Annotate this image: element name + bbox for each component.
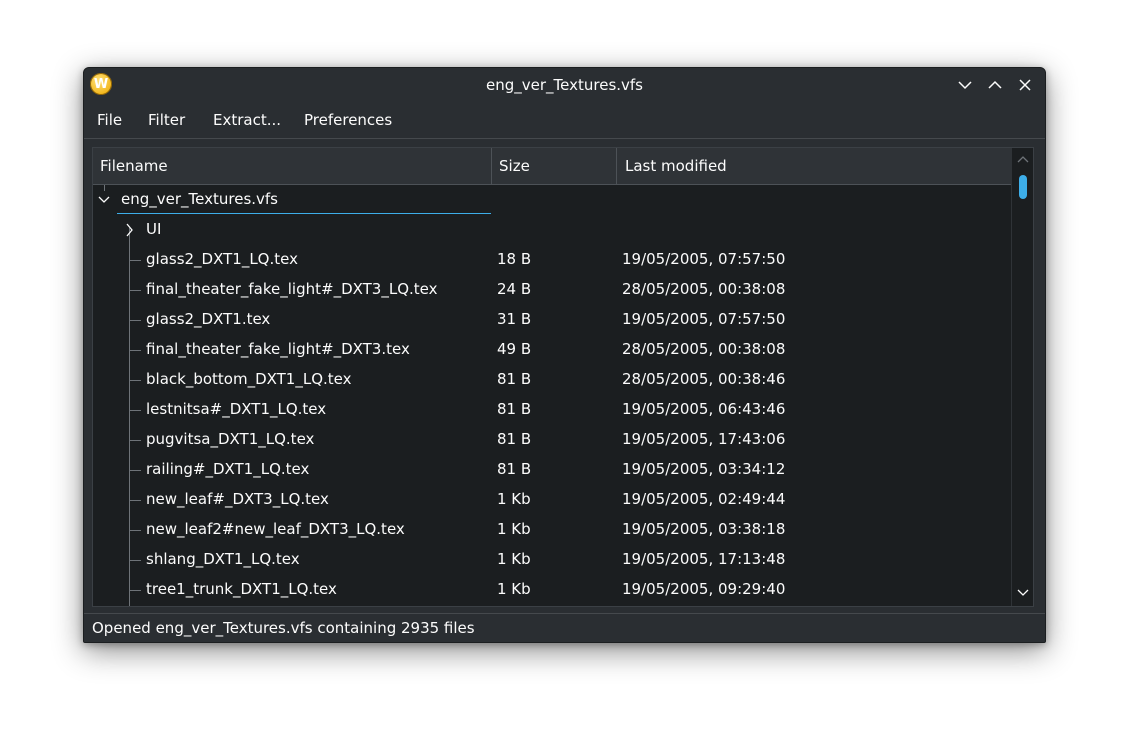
status-text: Opened eng_ver_Textures.vfs containing 2… (92, 619, 475, 637)
file-tree-view[interactable]: Filename Size Last modified eng_ver_Text… (92, 147, 1034, 607)
tree-line (129, 530, 141, 531)
tree-line (129, 290, 141, 291)
file-modified: 19/05/2005, 03:38:18 (622, 520, 786, 538)
close-button[interactable] (1013, 73, 1037, 97)
file-name: glass2_DXT1.tex (146, 310, 271, 328)
file-name: glass2_DXT1_LQ.tex (146, 250, 298, 268)
title-bar[interactable]: W eng_ver_Textures.vfs (84, 68, 1045, 102)
file-row[interactable]: final_theater_fake_light#_DXT3.tex 49 B 28… (93, 335, 1012, 365)
tree-line (129, 320, 141, 321)
chevron-down-icon (958, 81, 972, 90)
column-header: Filename Size Last modified (93, 148, 1012, 185)
file-row[interactable]: shlang_DXT1_LQ.tex 1 Kb 19/05/2005, 17:13:… (93, 545, 1012, 575)
minimize-button[interactable] (953, 73, 977, 97)
tree-line (129, 470, 141, 471)
file-row[interactable]: glass2_DXT1.tex 31 B 19/05/2005, 07:57:50 (93, 305, 1012, 335)
file-modified: 19/05/2005, 07:57:50 (622, 310, 786, 328)
file-row[interactable]: black_bottom_DXT1_LQ.tex 81 B 28/05/2005, … (93, 365, 1012, 395)
file-size: 1 Kb (497, 490, 531, 508)
file-size: 49 B (497, 340, 532, 358)
tree-line (129, 350, 141, 351)
tree-line (129, 260, 141, 261)
file-size: 24 B (497, 280, 532, 298)
menu-filter[interactable]: Filter (146, 111, 187, 129)
maximize-button[interactable] (983, 73, 1007, 97)
menu-preferences[interactable]: Preferences (302, 111, 394, 129)
scroll-up-icon[interactable] (1016, 154, 1030, 164)
file-size: 81 B (497, 430, 532, 448)
file-modified: 19/05/2005, 03:34:12 (622, 460, 786, 478)
file-row[interactable]: railing#_DXT1_LQ.tex 81 B 19/05/2005, 03:3… (93, 455, 1012, 485)
chevron-right-icon[interactable] (125, 223, 135, 237)
file-size: 81 B (497, 400, 532, 418)
tree-line (129, 440, 141, 441)
file-size: 1 Kb (497, 580, 531, 598)
file-name: railing#_DXT1_LQ.tex (146, 460, 310, 478)
main-window: W eng_ver_Textures.vfs File Filter Extra… (83, 67, 1046, 643)
chevron-up-icon (988, 80, 1002, 89)
file-size: 18 B (497, 250, 532, 268)
file-size: 81 B (497, 370, 532, 388)
file-modified: 19/05/2005, 17:43:06 (622, 430, 786, 448)
file-name: final_theater_fake_light#_DXT3.tex (146, 340, 410, 358)
tree-line (129, 590, 141, 591)
tree-line (129, 380, 141, 381)
file-row[interactable]: pugvitsa_DXT1_LQ.tex 81 B 19/05/2005, 17:4… (93, 425, 1012, 455)
file-modified: 19/05/2005, 02:49:44 (622, 490, 786, 508)
tree-folder-row[interactable]: UI (93, 215, 1012, 245)
menu-file[interactable]: File (95, 111, 124, 129)
tree-line (129, 560, 141, 561)
file-modified: 28/05/2005, 00:38:08 (622, 340, 786, 358)
focus-underline (117, 213, 491, 214)
column-filename[interactable]: Filename (93, 148, 491, 184)
tree-root-row[interactable]: eng_ver_Textures.vfs (93, 185, 1012, 215)
file-row[interactable]: glass2_DXT1_LQ.tex 18 B 19/05/2005, 07:57:… (93, 245, 1012, 275)
file-row[interactable]: lestnitsa#_DXT1_LQ.tex 81 B 19/05/2005, 06… (93, 395, 1012, 425)
root-name: eng_ver_Textures.vfs (121, 190, 278, 208)
vertical-scrollbar[interactable] (1011, 148, 1033, 606)
file-row[interactable]: new_leaf#_DXT3_LQ.tex 1 Kb 19/05/2005, 02:… (93, 485, 1012, 515)
status-bar: Opened eng_ver_Textures.vfs containing 2… (84, 613, 1045, 642)
file-row[interactable]: final_theater_fake_light#_DXT3_LQ.tex 24 … (93, 275, 1012, 305)
column-size[interactable]: Size (492, 148, 616, 184)
file-size: 81 B (497, 460, 532, 478)
file-name: new_leaf2#new_leaf_DXT3_LQ.tex (146, 520, 405, 538)
file-size: 31 B (497, 310, 532, 328)
tree-line (129, 410, 141, 411)
file-modified: 19/05/2005, 09:29:40 (622, 580, 786, 598)
file-modified: 19/05/2005, 17:13:48 (622, 550, 786, 568)
file-name: lestnitsa#_DXT1_LQ.tex (146, 400, 327, 418)
file-modified: 19/05/2005, 07:57:50 (622, 250, 786, 268)
menu-extract[interactable]: Extract... (211, 111, 283, 129)
close-icon (1019, 79, 1031, 91)
file-modified: 28/05/2005, 00:38:08 (622, 280, 786, 298)
file-modified: 28/05/2005, 00:38:46 (622, 370, 786, 388)
scroll-thumb[interactable] (1019, 175, 1027, 199)
file-row[interactable]: new_leaf2#new_leaf_DXT3_LQ.tex 1 Kb 19/05/… (93, 515, 1012, 545)
menu-bar: File Filter Extract... Preferences (84, 102, 1045, 139)
tree-line (129, 500, 141, 501)
file-name: shlang_DXT1_LQ.tex (146, 550, 300, 568)
file-size: 1 Kb (497, 550, 531, 568)
file-name: final_theater_fake_light#_DXT3_LQ.tex (146, 280, 438, 298)
file-name: new_leaf#_DXT3_LQ.tex (146, 490, 329, 508)
file-name: tree1_trunk_DXT1_LQ.tex (146, 580, 337, 598)
scroll-down-icon[interactable] (1016, 588, 1030, 598)
file-name: black_bottom_DXT1_LQ.tex (146, 370, 352, 388)
chevron-down-icon[interactable] (98, 195, 110, 205)
file-name: pugvitsa_DXT1_LQ.tex (146, 430, 315, 448)
file-row[interactable]: tree1_trunk_DXT1_LQ.tex 1 Kb 19/05/2005, 0… (93, 575, 1012, 605)
file-modified: 19/05/2005, 06:43:46 (622, 400, 786, 418)
column-last-modified[interactable]: Last modified (617, 148, 1012, 184)
file-size: 1 Kb (497, 520, 531, 538)
window-title: eng_ver_Textures.vfs (486, 76, 643, 94)
tree-rows: eng_ver_Textures.vfs UI glass2_DXT1_LQ.t… (93, 185, 1012, 606)
folder-name: UI (146, 220, 162, 238)
